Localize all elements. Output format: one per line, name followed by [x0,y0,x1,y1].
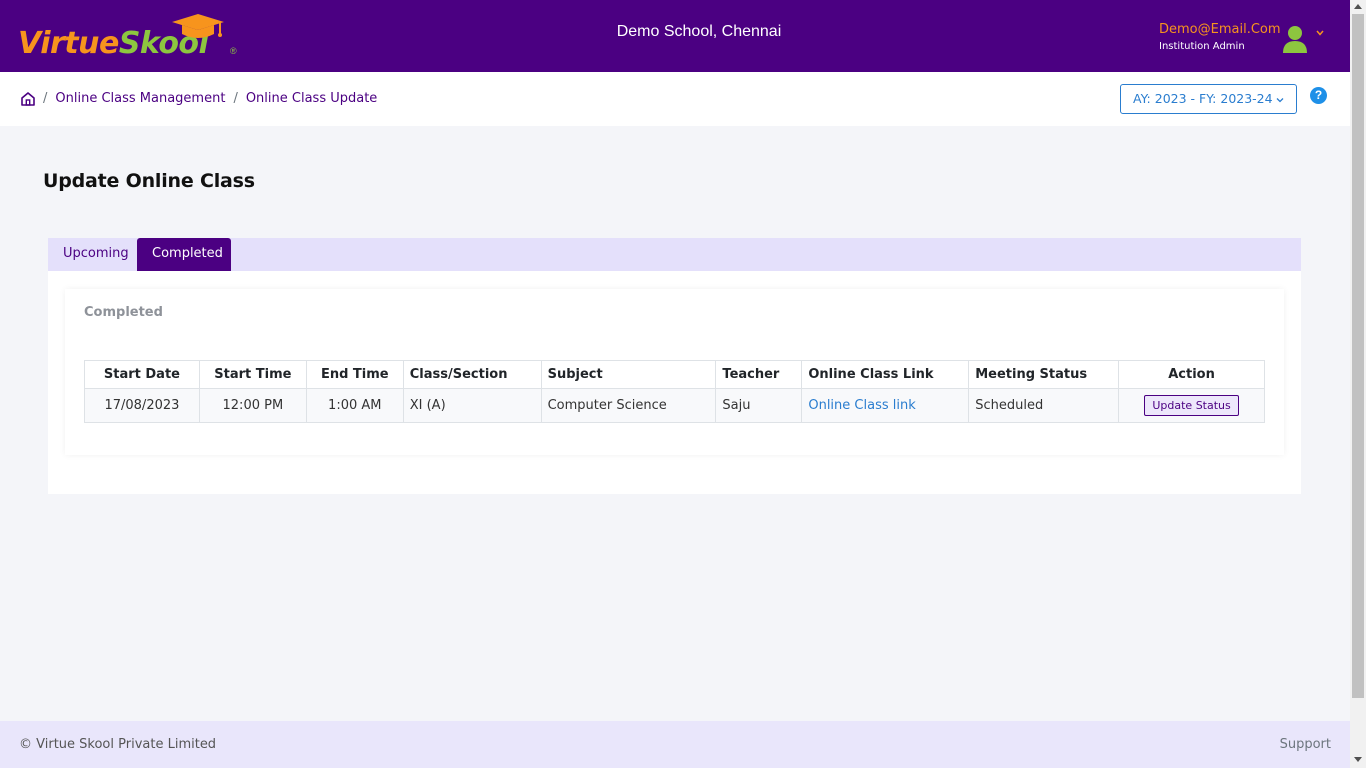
chevron-down-icon [1276,98,1284,103]
academic-year-value: AY: 2023 - FY: 2023-24 [1133,91,1273,106]
breadcrumb-separator: / [233,91,238,106]
table-header-row: Start Date Start Time End Time Class/Sec… [84,360,1265,389]
scroll-down-arrow-icon[interactable] [1354,757,1362,762]
breadcrumb-bar: / Online Class Management / Online Class… [0,72,1350,126]
column-header: End Time [305,360,404,389]
user-role: Institution Admin [1159,41,1245,52]
column-header: Meeting Status [968,360,1120,389]
cell-meeting-status: Scheduled [968,388,1120,423]
breadcrumb: / Online Class Management / Online Class… [43,91,377,106]
cell-start-date: 17/08/2023 [84,388,200,423]
page: VirtueSkool ® Demo School, Chennai Demo@… [0,0,1350,768]
cell-action: Update Status [1118,388,1265,423]
tab-completed[interactable]: Completed [137,238,231,271]
cell-class-section: XI (A) [402,388,542,423]
user-avatar-icon[interactable] [1282,25,1308,53]
footer-support-link[interactable]: Support [1280,737,1331,752]
breadcrumb-separator: / [43,91,48,106]
breadcrumb-online-class-update[interactable]: Online Class Update [246,91,377,106]
help-icon[interactable]: ? [1310,87,1327,104]
user-menu-chevron-down-icon[interactable] [1315,28,1325,38]
breadcrumb-online-class-management[interactable]: Online Class Management [55,91,225,106]
section-title: Completed [84,305,163,320]
column-header: Start Time [198,360,307,389]
table-row: 17/08/2023 12:00 PM 1:00 AM XI (A) Compu… [84,388,1265,423]
scroll-up-arrow-icon[interactable] [1354,4,1362,9]
column-header: Class/Section [402,360,542,389]
column-header: Subject [540,360,717,389]
cell-end-time: 1:00 AM [305,388,404,423]
logo-registered-mark: ® [230,46,237,56]
page-title: Update Online Class [43,170,255,192]
column-header: Action [1118,360,1265,389]
footer-copyright: © Virtue Skool Private Limited [19,737,217,752]
home-icon[interactable] [20,91,36,107]
vertical-scrollbar[interactable] [1350,0,1366,768]
user-email[interactable]: Demo@Email.Com [1159,22,1281,37]
cell-subject: Computer Science [540,388,717,423]
footer: © Virtue Skool Private Limited Support [0,721,1350,768]
tab-upcoming[interactable]: Upcoming [48,238,144,271]
academic-year-select[interactable]: AY: 2023 - FY: 2023-24 [1120,84,1297,114]
scrollbar-thumb[interactable] [1352,14,1364,698]
online-class-card: Upcoming Completed Completed Start Date … [48,238,1301,494]
cell-start-time: 12:00 PM [198,388,307,423]
online-class-link[interactable]: Online Class link [808,398,915,413]
tab-bar: Upcoming Completed [48,238,1301,271]
cell-online-class-link: Online Class link [801,388,970,423]
column-header: Start Date [84,360,200,389]
update-status-button[interactable]: Update Status [1144,395,1239,416]
column-header: Online Class Link [801,360,970,389]
completed-panel: Completed Start Date Start Time End Time… [65,289,1284,455]
online-class-table: Start Date Start Time End Time Class/Sec… [84,360,1265,423]
column-header: Teacher [715,360,803,389]
cell-teacher: Saju [715,388,803,423]
top-header: VirtueSkool ® Demo School, Chennai Demo@… [0,0,1350,72]
